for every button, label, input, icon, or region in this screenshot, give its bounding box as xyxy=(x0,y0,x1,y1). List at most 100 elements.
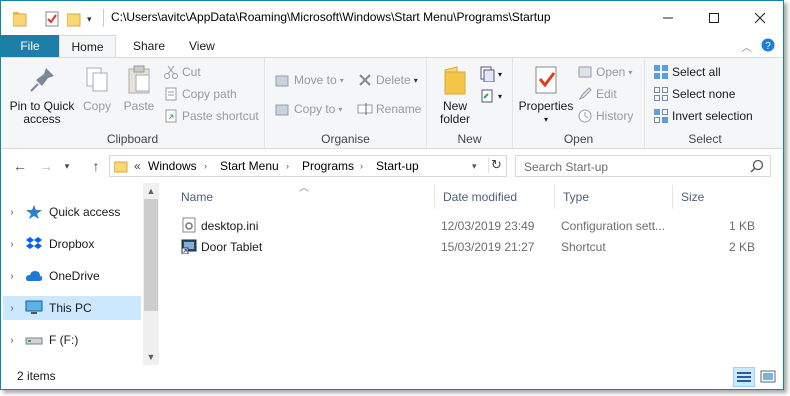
collapse-ribbon-icon[interactable]: ︿ xyxy=(741,39,752,55)
file-size: 2 KB xyxy=(729,240,756,254)
breadcrumb-start-menu[interactable]: Start Menu xyxy=(220,159,279,173)
breadcrumb-start-up[interactable]: Start-up xyxy=(376,159,419,173)
customize-quick-access-icon[interactable]: ▾ xyxy=(87,10,92,28)
breadcrumb-windows[interactable]: Windows xyxy=(148,159,197,173)
column-header-type[interactable]: Type xyxy=(555,185,673,209)
address-bar[interactable]: « Windows › Start Menu › Programs › Star… xyxy=(109,155,507,177)
pin-to-quick-access-button[interactable]: Pin to Quick access xyxy=(7,64,77,126)
copy-to-button[interactable]: Copy to ▾ xyxy=(275,99,342,119)
expand-chevron-icon[interactable]: › xyxy=(3,303,21,314)
nav-item-quick-access[interactable]: › Quick access xyxy=(3,200,141,224)
column-header-date[interactable]: Date modified xyxy=(435,185,555,209)
properties-label: Properties xyxy=(518,99,574,113)
address-dropdown-icon[interactable]: ▾ xyxy=(472,161,477,172)
new-folder-icon xyxy=(439,64,471,96)
tab-file[interactable]: File xyxy=(1,35,59,57)
paste-shortcut-button[interactable]: Paste shortcut xyxy=(163,106,259,126)
search-input[interactable]: Search Start-up xyxy=(524,160,608,174)
new-folder-quick-icon[interactable] xyxy=(67,10,81,28)
properties-quick-icon[interactable] xyxy=(45,10,59,28)
tab-view[interactable]: View xyxy=(175,35,229,57)
select-all-icon xyxy=(653,64,669,80)
copy-label: Copy xyxy=(82,99,111,113)
cut-button[interactable]: Cut xyxy=(163,62,201,82)
rename-button[interactable]: Rename xyxy=(357,99,421,119)
column-header-name[interactable]: Name xyxy=(173,185,435,209)
paste-shortcut-icon xyxy=(163,108,179,124)
copy-button[interactable]: Copy xyxy=(79,64,115,113)
details-view-button[interactable] xyxy=(733,367,755,387)
up-button[interactable]: ↑ xyxy=(87,157,105,175)
refresh-icon[interactable]: ↻ xyxy=(488,157,502,173)
scroll-thumb[interactable] xyxy=(144,199,158,311)
breadcrumb-separator-icon[interactable]: › xyxy=(360,161,363,171)
new-item-button[interactable]: ▾ xyxy=(479,64,502,84)
breadcrumb-separator-icon[interactable]: › xyxy=(204,161,207,171)
back-button[interactable]: ← xyxy=(11,157,29,175)
close-button[interactable] xyxy=(737,1,783,34)
expand-chevron-icon[interactable]: › xyxy=(3,271,21,282)
edit-button[interactable]: Edit xyxy=(577,84,617,104)
open-label: Open xyxy=(596,65,626,79)
copy-to-label: Copy to xyxy=(294,102,336,116)
file-list: ︿ Name Date modified Type Size desktop.i… xyxy=(161,183,783,365)
file-row[interactable]: desktop.ini 12/03/2019 23:49 Configurati… xyxy=(177,216,757,236)
recent-locations-button[interactable]: ▾ xyxy=(61,157,73,175)
breadcrumb-separator-icon[interactable]: › xyxy=(286,161,289,171)
column-header-size[interactable]: Size xyxy=(673,185,753,209)
select-none-button[interactable]: Select none xyxy=(653,84,735,104)
nav-item-dropbox[interactable]: › Dropbox xyxy=(3,232,141,256)
expand-chevron-icon[interactable]: › xyxy=(3,335,21,346)
scroll-down-icon[interactable]: ▼ xyxy=(143,349,159,365)
large-icons-view-button[interactable] xyxy=(757,367,779,387)
breadcrumb-overflow[interactable]: « xyxy=(134,159,141,173)
breadcrumb-programs[interactable]: Programs xyxy=(302,159,354,173)
ribbon-tabs: File Home Share View ︿ ? xyxy=(1,35,783,57)
paste-shortcut-label: Paste shortcut xyxy=(182,109,259,123)
tab-home[interactable]: Home xyxy=(59,35,116,57)
expand-chevron-icon[interactable]: › xyxy=(3,239,21,250)
rename-label: Rename xyxy=(376,102,422,116)
new-item-icon xyxy=(479,66,495,83)
tab-share[interactable]: Share xyxy=(119,35,179,57)
edit-icon xyxy=(577,86,593,102)
address-row: ← → ▾ ↑ « Windows › Start Menu › Program… xyxy=(1,149,783,183)
delete-button[interactable]: Delete ▾ xyxy=(357,70,418,90)
copy-path-button[interactable]: Copy path xyxy=(163,84,237,104)
history-button[interactable]: History xyxy=(577,106,633,126)
nav-item-f-drive[interactable]: › F (F:) xyxy=(3,328,141,352)
nav-item-label: This PC xyxy=(49,301,92,315)
folder-icon xyxy=(13,10,27,28)
nav-item-this-pc[interactable]: › This PC xyxy=(3,296,141,320)
help-icon[interactable]: ? xyxy=(761,38,775,55)
item-count: 2 items xyxy=(17,369,56,383)
minimize-button[interactable] xyxy=(645,1,691,34)
move-to-button[interactable]: Move to ▾ xyxy=(275,70,344,90)
easy-access-button[interactable]: ▾ xyxy=(479,86,502,106)
open-button[interactable]: Open ▾ xyxy=(577,62,632,82)
expand-chevron-icon[interactable]: › xyxy=(3,207,21,218)
nav-scrollbar[interactable]: ▲ ▼ xyxy=(143,183,159,365)
new-item-dropdown-icon: ▾ xyxy=(498,69,503,79)
up-arrow-icon: ↑ xyxy=(92,158,100,174)
new-folder-button[interactable]: New folder xyxy=(435,64,475,126)
clipboard-group-label: Clipboard xyxy=(106,132,159,146)
file-row[interactable]: Door Tablet 15/03/2019 21:27 Shortcut 2 … xyxy=(177,237,757,257)
nav-item-label: Quick access xyxy=(49,205,121,219)
paste-button[interactable]: Paste xyxy=(119,64,159,113)
pin-icon xyxy=(26,64,58,96)
clipboard-group: Pin to Quick access Copy Paste Cut Copy … xyxy=(1,58,265,149)
search-box[interactable]: Search Start-up xyxy=(515,155,771,177)
select-all-button[interactable]: Select all xyxy=(653,62,721,82)
nav-item-onedrive[interactable]: › OneDrive xyxy=(3,264,141,288)
properties-button[interactable]: Properties ▾ xyxy=(517,64,575,126)
new-group: New folder ▾ ▾ New xyxy=(427,58,513,149)
scroll-up-icon[interactable]: ▲ xyxy=(143,183,159,199)
new-folder-label-2: folder xyxy=(439,112,471,126)
forward-button[interactable]: → xyxy=(37,157,55,175)
properties-icon xyxy=(530,64,562,96)
invert-selection-button[interactable]: Invert selection xyxy=(653,106,753,126)
maximize-button[interactable] xyxy=(691,1,737,34)
file-date: 15/03/2019 21:27 xyxy=(441,240,535,254)
delete-label: Delete xyxy=(376,73,411,87)
